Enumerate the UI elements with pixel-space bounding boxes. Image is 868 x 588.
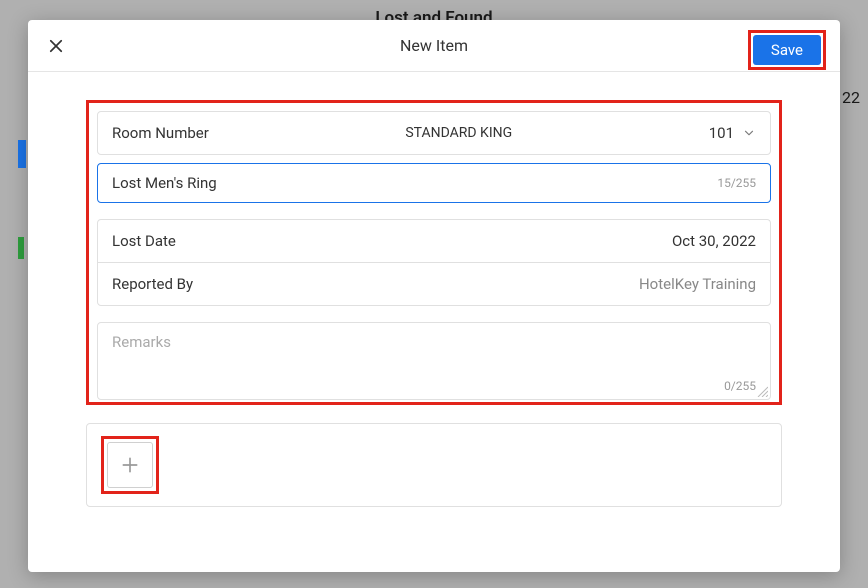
remarks-char-count: 0/255 <box>112 379 756 393</box>
modal-header: New Item Save <box>28 20 840 72</box>
item-description-input[interactable] <box>112 174 717 192</box>
reported-by-row[interactable]: Reported By HotelKey Training <box>97 262 771 306</box>
modal-title: New Item <box>400 36 468 55</box>
resize-handle-icon[interactable] <box>756 385 768 397</box>
form-highlight: Room Number STANDARD KING 101 15/255 Los… <box>86 100 782 405</box>
backdrop-accent <box>18 140 26 168</box>
save-button-highlight: Save <box>748 30 826 70</box>
add-attachment-button[interactable] <box>107 442 153 488</box>
backdrop-fragment: 22 <box>842 88 860 107</box>
save-button[interactable]: Save <box>753 35 821 65</box>
room-number-value: 101 <box>709 124 756 142</box>
new-item-modal: New Item Save Room Number STANDARD KING … <box>28 20 840 572</box>
reported-by-value: HotelKey Training <box>639 275 756 293</box>
chevron-down-icon <box>742 126 756 140</box>
lost-date-value: Oct 30, 2022 <box>672 232 756 250</box>
lost-date-label: Lost Date <box>112 232 176 250</box>
attachment-section <box>86 423 782 507</box>
room-number-text: 101 <box>709 124 734 142</box>
description-char-count: 15/255 <box>717 176 756 190</box>
plus-icon <box>120 455 140 475</box>
date-reporter-group: Lost Date Oct 30, 2022 Reported By Hotel… <box>97 219 771 306</box>
remarks-row[interactable]: Remarks 0/255 <box>97 322 771 400</box>
lost-date-row[interactable]: Lost Date Oct 30, 2022 <box>97 219 771 262</box>
room-type-value: STANDARD KING <box>209 125 709 141</box>
room-number-label: Room Number <box>112 124 209 142</box>
add-button-highlight <box>101 436 159 494</box>
item-description-row[interactable]: 15/255 <box>97 163 771 203</box>
backdrop-accent-2 <box>18 237 24 259</box>
modal-body: Room Number STANDARD KING 101 15/255 Los… <box>28 72 840 572</box>
reported-by-label: Reported By <box>112 275 193 293</box>
close-icon <box>47 37 65 55</box>
remarks-placeholder: Remarks <box>112 333 756 351</box>
close-button[interactable] <box>44 34 68 58</box>
room-number-row[interactable]: Room Number STANDARD KING 101 <box>97 111 771 155</box>
